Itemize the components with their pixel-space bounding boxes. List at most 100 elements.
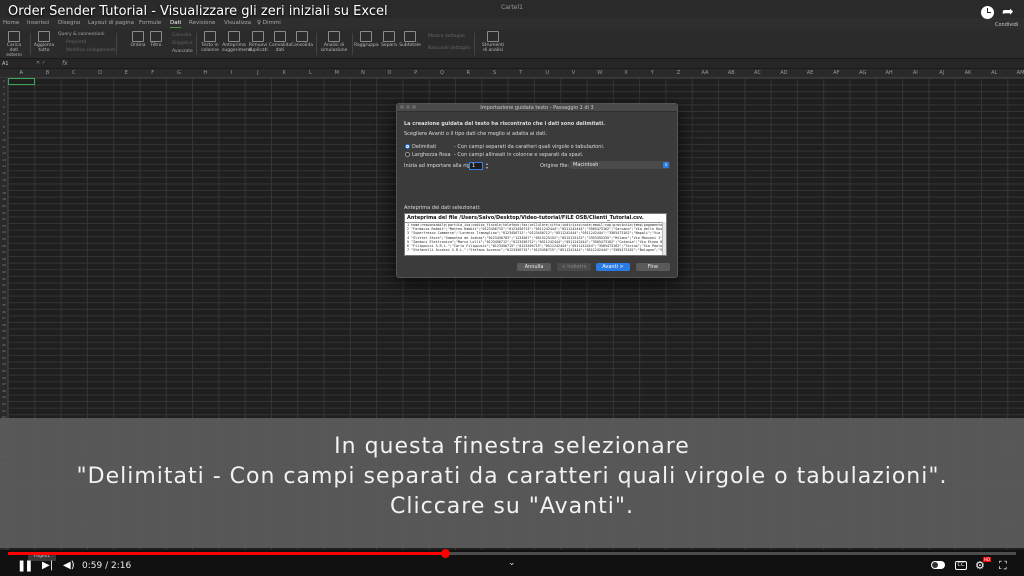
column-header[interactable]: M [324,70,350,76]
column-header[interactable]: N [350,70,376,76]
column-header[interactable]: O [376,70,402,76]
tab-view[interactable]: Visualizza [224,20,251,26]
column-header[interactable]: D [87,70,113,76]
cancel-button[interactable]: Annulla [517,263,551,271]
column-header[interactable]: R [455,70,481,76]
fx-button[interactable]: fx [62,60,68,67]
column-header[interactable]: P [403,70,429,76]
tab-formulas[interactable]: Formule [139,20,161,26]
row-header[interactable]: 3 [0,92,8,96]
finish-button[interactable]: Fine [636,263,670,271]
edit-links-button[interactable]: Modifica collegamenti [66,48,115,53]
text-to-columns-button[interactable]: Testo in colonne [198,31,222,53]
row-header[interactable]: 31 [0,277,8,281]
row-header[interactable]: 44 [0,363,8,366]
next-video-icon[interactable]: ▶| [42,559,53,573]
row-header[interactable]: 20 [0,204,8,208]
start-row-stepper-icon[interactable]: ▴ ▾ [486,162,488,170]
volume-icon[interactable]: ◀) [63,559,75,573]
reapply-filter-button[interactable]: Riapplica [172,41,193,46]
column-header[interactable]: E [113,70,139,76]
row-header[interactable]: 48 [0,389,8,393]
row-header[interactable]: 16 [0,178,8,182]
row-header[interactable]: 14 [0,165,8,168]
row-header[interactable]: 32 [0,284,8,287]
column-header[interactable]: G [166,70,192,76]
row-header[interactable]: 49 [0,396,8,399]
autoplay-toggle[interactable] [931,561,945,569]
row-header[interactable]: 38 [0,323,8,327]
column-header[interactable]: V [560,70,586,76]
row-header[interactable]: 50 [0,402,8,406]
row-header[interactable]: 13 [0,158,8,162]
row-header[interactable]: 17 [0,185,8,188]
row-header[interactable]: 7 [0,119,8,122]
row-header[interactable]: 37 [0,317,8,320]
row-header[interactable]: 36 [0,310,8,314]
column-header[interactable]: AH [876,70,902,76]
row-header[interactable]: 12 [0,152,8,155]
data-preview[interactable]: Anteprima del file /Users/Salvo/Desktop/… [404,213,667,256]
zoom-window-icon[interactable] [412,105,416,109]
chevron-down-icon[interactable]: ⌄ [508,558,516,568]
row-header[interactable]: 2 [0,86,8,89]
name-box[interactable]: A1 [2,61,9,67]
row-header[interactable]: 25 [0,237,8,241]
fullscreen-icon[interactable]: ⛶ [999,559,1007,573]
column-header[interactable]: I [218,70,244,76]
column-header[interactable]: B [34,70,60,76]
column-header[interactable]: F [140,70,166,76]
advanced-filter-button[interactable]: Avanzate [172,49,193,54]
active-cell[interactable] [8,78,35,85]
option-delimited-label[interactable]: Delimitati [412,144,436,150]
flash-fill-button[interactable]: Anteprima suggerimenti [222,31,252,53]
column-header[interactable]: Y [639,70,665,76]
subtitles-icon[interactable]: CC [955,561,967,570]
row-header[interactable]: 43 [0,356,8,360]
share-label[interactable]: Condividi [995,22,1018,28]
row-header[interactable]: 10 [0,138,8,142]
row-header[interactable]: 22 [0,218,8,221]
row-header[interactable]: 21 [0,211,8,215]
row-header[interactable]: 29 [0,264,8,267]
column-header[interactable]: AB [718,70,744,76]
row-header[interactable]: 6 [0,112,8,116]
column-header[interactable]: AF [823,70,849,76]
pause-icon[interactable]: ❚❚ [17,559,34,573]
column-header[interactable]: AM [1007,70,1024,76]
remove-duplicates-button[interactable]: Rimuovi duplicati [246,31,270,53]
get-data-button[interactable]: Carica dati esterni [2,31,26,58]
column-header[interactable]: H [192,70,218,76]
tab-tell-me[interactable]: ♀ Dimmi [257,20,281,26]
radio-fixed-width[interactable] [405,152,410,157]
radio-delimited[interactable] [405,144,410,149]
video-title[interactable]: Order Sender Tutorial - Visualizzare gli… [8,4,388,19]
column-header[interactable]: K [271,70,297,76]
column-header[interactable]: AD [771,70,797,76]
tab-insert[interactable]: Inserisci [27,20,50,26]
subtotal-button[interactable]: Subtotale [398,31,422,48]
tab-home[interactable]: Home [3,20,19,26]
column-header[interactable]: AL [981,70,1007,76]
minimize-window-icon[interactable] [406,105,410,109]
column-header[interactable]: Z [666,70,692,76]
back-button[interactable]: < Indietro [557,263,591,271]
clear-filter-button[interactable]: Cancella [172,33,191,38]
row-header[interactable]: 4 [0,99,8,102]
column-header[interactable]: W [587,70,613,76]
row-header[interactable]: 19 [0,198,8,201]
column-header[interactable]: AI [902,70,928,76]
queries-button[interactable]: Query & connessioni [58,32,105,37]
row-header[interactable]: 35 [0,303,8,307]
group-button[interactable]: Raggruppa [354,31,379,48]
column-header[interactable]: AC [744,70,770,76]
column-header[interactable]: C [61,70,87,76]
row-header[interactable]: 30 [0,270,8,274]
preview-scrollbar[interactable] [662,222,666,255]
row-header[interactable]: 5 [0,105,8,109]
show-detail-button[interactable]: Mostra dettaglio [428,34,465,39]
tab-data[interactable]: Dati [170,20,182,28]
row-header[interactable]: 41 [0,343,8,347]
next-button[interactable]: Avanti > [596,263,630,271]
row-header[interactable]: 47 [0,383,8,386]
